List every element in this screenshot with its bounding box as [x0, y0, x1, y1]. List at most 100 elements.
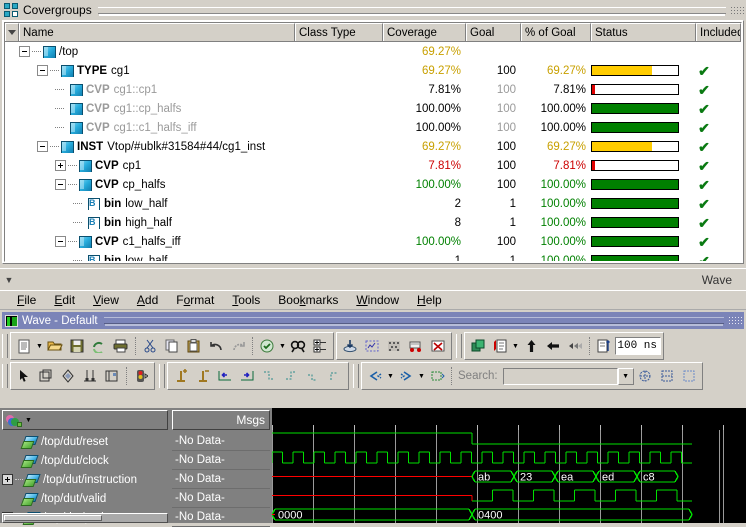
column-header-name[interactable]: Name	[19, 23, 295, 41]
find-any-icon[interactable]	[302, 365, 324, 387]
check-circle-icon[interactable]	[256, 335, 278, 357]
menu-tools[interactable]: Tools	[223, 291, 269, 309]
row-name-cell[interactable]: CVP cp1	[5, 159, 295, 172]
sort-indicator[interactable]	[5, 23, 19, 41]
column-header-class-type[interactable]: Class Type	[295, 23, 383, 41]
toolbar-handle-4[interactable]	[159, 364, 165, 388]
zoom-full-icon[interactable]	[426, 365, 448, 387]
zoom-out-dropdown-caret-icon[interactable]: ▼	[386, 365, 395, 387]
collapse-toggle[interactable]	[55, 236, 66, 247]
find-next-icon[interactable]	[324, 365, 346, 387]
collapse-toggle[interactable]	[37, 141, 48, 152]
table-row[interactable]: binlow_half 2 1 100.00% ✔	[5, 194, 741, 213]
prev-transition-icon[interactable]	[214, 365, 236, 387]
toolbar-handle-5[interactable]	[353, 364, 359, 388]
find-rising-icon[interactable]	[280, 365, 302, 387]
toolbar-handle-2[interactable]	[456, 334, 462, 358]
expand-toggle[interactable]	[55, 160, 66, 171]
add-cursor-icon[interactable]	[170, 365, 192, 387]
new-document-icon[interactable]	[13, 335, 35, 357]
table-row[interactable]: CVP cp_halfs 100.00% 100 100.00% ✔	[5, 175, 741, 194]
find-falling-icon[interactable]	[258, 365, 280, 387]
check-dropdown-caret-icon[interactable]: ▼	[278, 335, 287, 357]
delete-cursor-icon[interactable]	[192, 365, 214, 387]
wave-subwindow-grip[interactable]	[103, 317, 724, 324]
cut-icon[interactable]	[139, 335, 161, 357]
search-dropdown-caret-icon[interactable]: ▼	[617, 367, 634, 385]
forward-flag-icon[interactable]	[564, 335, 586, 357]
reload-icon[interactable]	[88, 335, 110, 357]
table-row[interactable]: INST Vtop/#ublk#31584#44/cg1_inst 69.27% 10…	[5, 137, 741, 156]
annotate-icon[interactable]	[593, 335, 615, 357]
table-row[interactable]: CVP cg1::cp1 7.81% 100 7.81% ✔	[5, 80, 741, 99]
menu-format[interactable]: Format	[167, 291, 223, 309]
waveform-canvas[interactable]: ab 23 ea ed c8 0000 0400	[272, 408, 746, 523]
signal-list-dropdown-caret-icon[interactable]: ▼	[511, 335, 520, 357]
value-column-header[interactable]: Msgs	[172, 410, 270, 430]
zoom-in-dropdown-caret-icon[interactable]: ▼	[417, 365, 426, 387]
collapse-toggle[interactable]	[55, 179, 66, 190]
traffic-light-icon[interactable]	[130, 365, 152, 387]
paste-icon[interactable]	[183, 335, 205, 357]
row-name-cell[interactable]: binhigh_half	[5, 216, 295, 229]
menu-help[interactable]: Help	[408, 291, 451, 309]
insert-cursor-icon[interactable]	[339, 335, 361, 357]
row-name-cell[interactable]: CVP cp_halfs	[5, 178, 295, 191]
grid-icon[interactable]	[634, 365, 656, 387]
collapse-toggle[interactable]	[19, 46, 30, 57]
expand-all-icon[interactable]	[309, 335, 331, 357]
row-name-cell[interactable]: binlow_half	[5, 197, 295, 210]
covergroups-drag-grip[interactable]	[97, 6, 726, 14]
delete-run-icon[interactable]	[427, 335, 449, 357]
run-icon[interactable]	[405, 335, 427, 357]
signal-hscrollbar[interactable]	[2, 513, 168, 523]
save-icon[interactable]	[66, 335, 88, 357]
left-arrow-icon[interactable]	[542, 335, 564, 357]
list-item[interactable]: /top/dut/valid	[2, 489, 168, 508]
menu-edit[interactable]: Edit	[45, 291, 84, 309]
zoom-out-icon[interactable]	[364, 365, 386, 387]
row-name-cell[interactable]: CVP cg1::c1_halfs_iff	[5, 121, 295, 134]
cursor-mode-icon[interactable]	[79, 365, 101, 387]
time-field[interactable]: 100 ns	[615, 337, 661, 355]
list-item[interactable]: /top/dut/clock	[2, 451, 168, 470]
grid2-icon[interactable]	[656, 365, 678, 387]
zoom-in-icon[interactable]	[395, 365, 417, 387]
group-icon[interactable]	[467, 335, 489, 357]
waveform-time-ruler[interactable]	[272, 408, 746, 430]
menu-bookmarks[interactable]: Bookmarks	[269, 291, 347, 309]
collapse-toggle[interactable]	[37, 65, 48, 76]
next-transition-icon[interactable]	[236, 365, 258, 387]
up-arrow-icon[interactable]	[520, 335, 542, 357]
select-mode-icon[interactable]	[13, 365, 35, 387]
column-header-pct-of-goal[interactable]: % of Goal	[521, 23, 591, 41]
column-header-status[interactable]: Status	[591, 23, 696, 41]
table-row[interactable]: CVP cp1 7.81% 100 7.81% ✔	[5, 156, 741, 175]
wave-subwindow-resize-dots[interactable]	[728, 316, 742, 325]
column-header-goal[interactable]: Goal	[466, 23, 521, 41]
undo-icon[interactable]	[205, 335, 227, 357]
list-item[interactable]: /top/dut/reset	[2, 432, 168, 451]
table-row[interactable]: /top 69.27%	[5, 42, 741, 61]
new-document-dropdown-caret-icon[interactable]: ▼	[35, 335, 44, 357]
table-row[interactable]: CVP cg1::c1_halfs_iff 100.00% 100 100.00% ✔	[5, 118, 741, 137]
list-item[interactable]: /top/dut/instruction	[2, 470, 168, 489]
signal-column-header[interactable]: ▼	[2, 410, 168, 430]
column-header-included[interactable]: Included	[696, 23, 741, 41]
signal-list-icon[interactable]	[489, 335, 511, 357]
menu-file[interactable]: File	[8, 291, 45, 309]
signal-column-dropdown-caret-icon[interactable]: ▼	[24, 409, 33, 431]
open-folder-icon[interactable]	[44, 335, 66, 357]
menu-add[interactable]: Add	[128, 291, 167, 309]
menu-view[interactable]: View	[84, 291, 128, 309]
wave-compare-icon[interactable]	[361, 335, 383, 357]
table-row[interactable]: binlow_half 1 1 100.00% ✔	[5, 251, 741, 261]
row-name-cell[interactable]: TYPE cg1	[5, 64, 295, 77]
print-icon[interactable]	[110, 335, 132, 357]
covergroups-resize-dots[interactable]	[730, 5, 744, 15]
column-header-coverage[interactable]: Coverage	[383, 23, 466, 41]
grid3-icon[interactable]	[678, 365, 700, 387]
row-name-cell[interactable]: CVP cg1::cp_halfs	[5, 102, 295, 115]
expand-toggle[interactable]	[2, 474, 13, 485]
row-name-cell[interactable]: INST Vtop/#ublk#31584#44/cg1_inst	[5, 140, 295, 153]
